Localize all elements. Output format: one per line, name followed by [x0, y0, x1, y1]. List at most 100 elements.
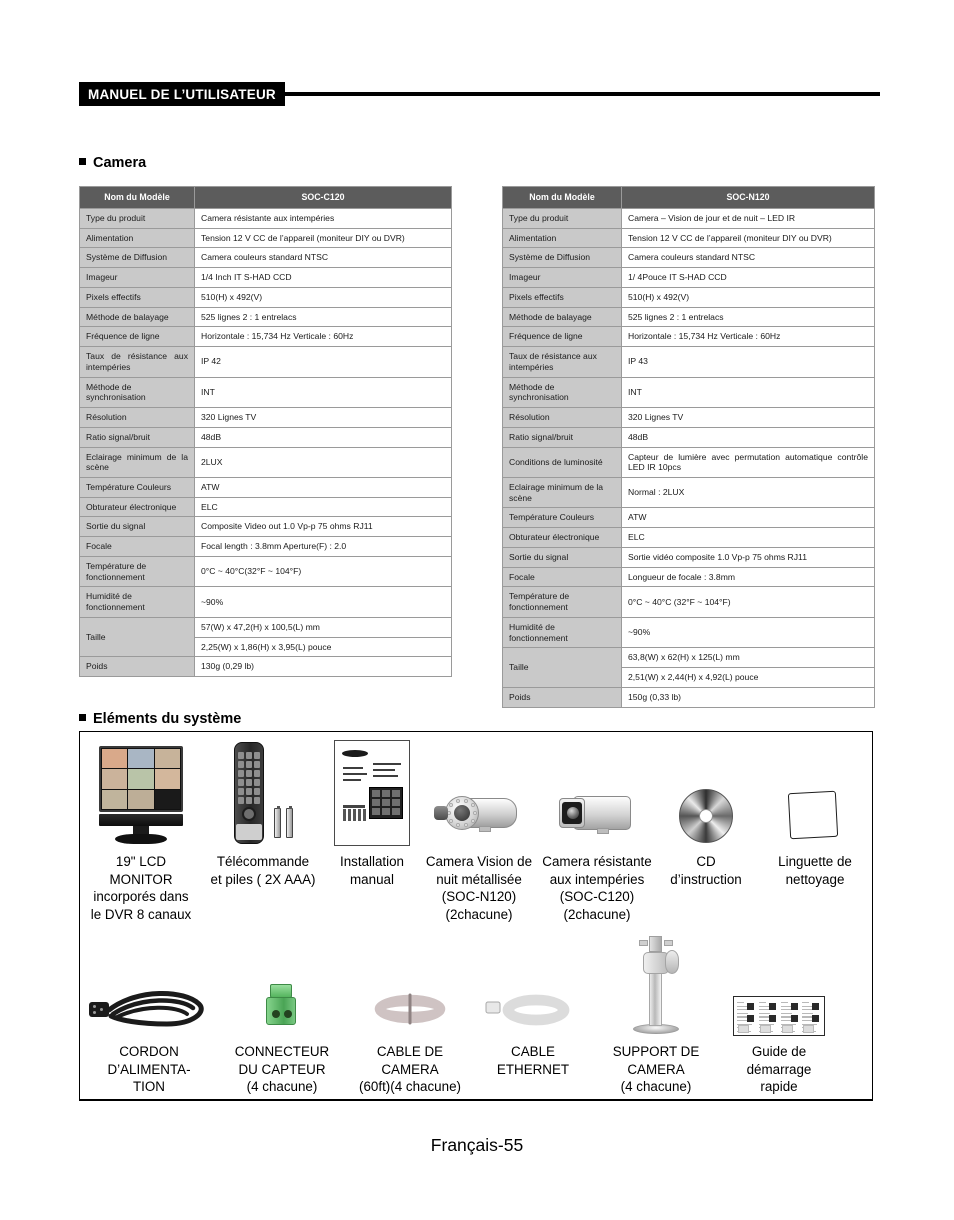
table-cell-label: Température de fonctionnement — [79, 555, 195, 588]
table-row: Température Couleurs ATW — [502, 507, 875, 529]
table-cell-value: ELC — [621, 527, 875, 548]
table-cell-label: Pixels effectifs — [79, 286, 195, 308]
cleaning-cloth-icon — [785, 788, 845, 846]
table-header-cell-value: SOC-C120 — [194, 186, 452, 209]
spec-table-body: Nom du Modèle SOC-N120 Type du produit Came… — [502, 186, 875, 708]
table-row: Résolution 320 Lignes TV — [502, 407, 875, 428]
table-row: Taille 63,8(W) x 62(H) x 125(L) mm — [502, 647, 875, 688]
system-element-caption: CD d’instruction — [670, 854, 742, 887]
table-row: Température Couleurs ATW — [79, 477, 452, 498]
table-cell-label: Type du produit — [502, 207, 622, 229]
table-cell-label: Température de fonctionnement — [502, 586, 622, 618]
table-cell-value: 63,8(W) x 62(H) x 125(L) mm — [621, 647, 875, 669]
table-row: Ratio signal/bruit 48dB — [79, 426, 452, 448]
table-row: Méthode de synchronisation INT — [502, 376, 875, 409]
table-cell-value: 320 Lignes TV — [194, 407, 452, 428]
system-element-image — [623, 928, 689, 1036]
footer-page-number: Français-55 — [430, 1135, 524, 1155]
table-cell-value: Composite Video out 1.0 Vp-p 75 ohms RJ1… — [194, 516, 452, 538]
table-cell-value: 320 Lignes TV — [621, 407, 875, 428]
table-cell-label: Température Couleurs — [502, 507, 622, 529]
table-cell-label: Eclairage minimum de la scène — [502, 476, 622, 509]
ethernet-cable-icon — [478, 982, 588, 1036]
footer-rule — [79, 1099, 873, 1101]
table-row: Sortie du signal Composite Video out 1.0 … — [79, 516, 452, 538]
guide-column — [736, 999, 757, 1033]
table-cell-value: ~90% — [621, 616, 875, 649]
remote-control-icon — [224, 742, 302, 846]
system-element-caption: Camera Vision de nuit métallisée (SOC-N120… — [425, 854, 533, 923]
page-title: MANUEL DE L’UTILISATEUR — [88, 86, 276, 102]
table-cell-label: Humidité de fonctionnement — [502, 616, 622, 649]
table-cell-value: 1/ 4Pouce IT S-HAD CCD — [621, 267, 875, 288]
table-cell-label: Sortie du signal — [79, 516, 195, 538]
system-element-image — [355, 928, 465, 1036]
section-heading-camera-label: Camera — [93, 155, 147, 171]
table-row: Ratio signal/bruit 48dB — [502, 426, 875, 448]
table-header-cell-value: SOC-N120 — [621, 186, 875, 209]
section-heading-camera: Camera — [79, 155, 146, 171]
table-cell-label: Poids — [502, 686, 622, 708]
camera-cable-icon — [355, 982, 465, 1036]
table-cell-value: ATW — [194, 477, 452, 498]
table-row: Humidité de fonctionnement ~90% — [79, 586, 452, 618]
system-element-image — [93, 738, 189, 846]
system-elements-row-2: CORDON D’ALIMENTA- TION CONNECTEUR DU CAPTEU… — [80, 928, 874, 1096]
system-element-item: CD d’instruction — [656, 738, 756, 924]
document-page: MANUEL DE L’UTILISATEUR Camera Nom du Mo… — [0, 0, 954, 1220]
table-cell-value: 150g (0,33 lb) — [621, 686, 875, 708]
table-cell-label: Taux de résistance aux intempéries — [79, 346, 195, 378]
table-cell-value: 130g (0,29 lb) — [194, 656, 452, 678]
table-cell-label: Sortie du signal — [502, 546, 622, 568]
table-row: Taille 57(W) x 47,2(H) x 100,5(L) mm — [79, 616, 452, 658]
table-cell-label: Type du produit — [79, 207, 195, 229]
table-cell-label: Résolution — [79, 407, 195, 428]
table-row: Résolution 320 Lignes TV — [79, 407, 452, 428]
table-cell-value: 48dB — [621, 426, 875, 448]
guide-column — [757, 999, 779, 1033]
table-row: Température de fonctionnement 0°C ~ 40°C(… — [79, 555, 452, 588]
table-row: Système de Diffusion Camera couleurs stan… — [502, 247, 875, 269]
system-element-item: Camera résistante aux intempéries (SOC-C12… — [538, 738, 656, 924]
table-cell-label: Méthode de synchronisation — [502, 376, 622, 409]
system-element-image — [785, 738, 845, 846]
table-cell-value: INT — [621, 376, 875, 409]
table-row: Poids 150g (0,33 lb) — [502, 686, 875, 708]
table-cell-label: Fréquence de ligne — [502, 326, 622, 348]
table-cell-label: Alimentation — [502, 227, 622, 249]
table-cell-label: Température Couleurs — [79, 477, 195, 498]
table-row: Alimentation Tension 12 V CC de l’apparei… — [502, 227, 875, 249]
table-row: Température de fonctionnement 0°C ~ 40°C … — [502, 586, 875, 618]
table-cell-value: ~90% — [194, 586, 452, 618]
system-element-item: Installation manual — [324, 738, 420, 924]
system-element-caption: CABLE DE CAMERA (60ft)(4 chacune) — [359, 1044, 461, 1095]
table-cell-value: 510(H) x 492(V) — [194, 286, 452, 308]
table-cell-label: Ratio signal/bruit — [502, 426, 622, 448]
system-element-image — [260, 928, 304, 1036]
system-element-item: Guide de démarrage rapide — [720, 928, 838, 1096]
cd-disc-icon — [676, 786, 736, 846]
table-cell-label: Focale — [502, 566, 622, 588]
table-cell-value: Horizontale : 15,734 Hz Verticale : 60Hz — [194, 326, 452, 348]
table-row: Méthode de synchronisation INT — [79, 376, 452, 409]
table-row: Poids 130g (0,29 lb) — [79, 656, 452, 678]
guide-column — [779, 999, 801, 1033]
section-heading-system: Eléments du système — [79, 711, 241, 727]
system-element-item: CONNECTEUR DU CAPTEUR (4 chacune) — [218, 928, 346, 1096]
table-cell-value: Sortie vidéo composite 1.0 Vp-p 75 ohms … — [621, 546, 875, 568]
system-element-item: CORDON D’ALIMENTA- TION — [80, 928, 218, 1096]
system-elements-row-1: 19" LCD MONITOR incorporés dans le DVR 8 ca… — [80, 738, 874, 924]
weatherproof-camera-icon — [549, 784, 645, 846]
table-cell-value: 2LUX — [194, 446, 452, 479]
night-vision-camera-icon — [431, 784, 527, 846]
table-cell-label: Système de Diffusion — [502, 247, 622, 269]
table-row: Eclairage minimum de la scène 2LUX — [79, 446, 452, 479]
table-cell-value: Tension 12 V CC de l’appareil (moniteur … — [194, 227, 452, 249]
system-element-image — [676, 738, 736, 846]
table-cell-value: IP 43 — [621, 346, 875, 378]
table-cell-label: Taux de résistance aux intempéries — [502, 346, 622, 378]
system-element-image — [334, 738, 410, 846]
installation-manual-icon — [334, 740, 410, 846]
system-element-caption: SUPPORT DE CAMERA (4 chacune) — [612, 1044, 700, 1095]
table-row: Alimentation Tension 12 V CC de l’apparei… — [79, 227, 452, 249]
